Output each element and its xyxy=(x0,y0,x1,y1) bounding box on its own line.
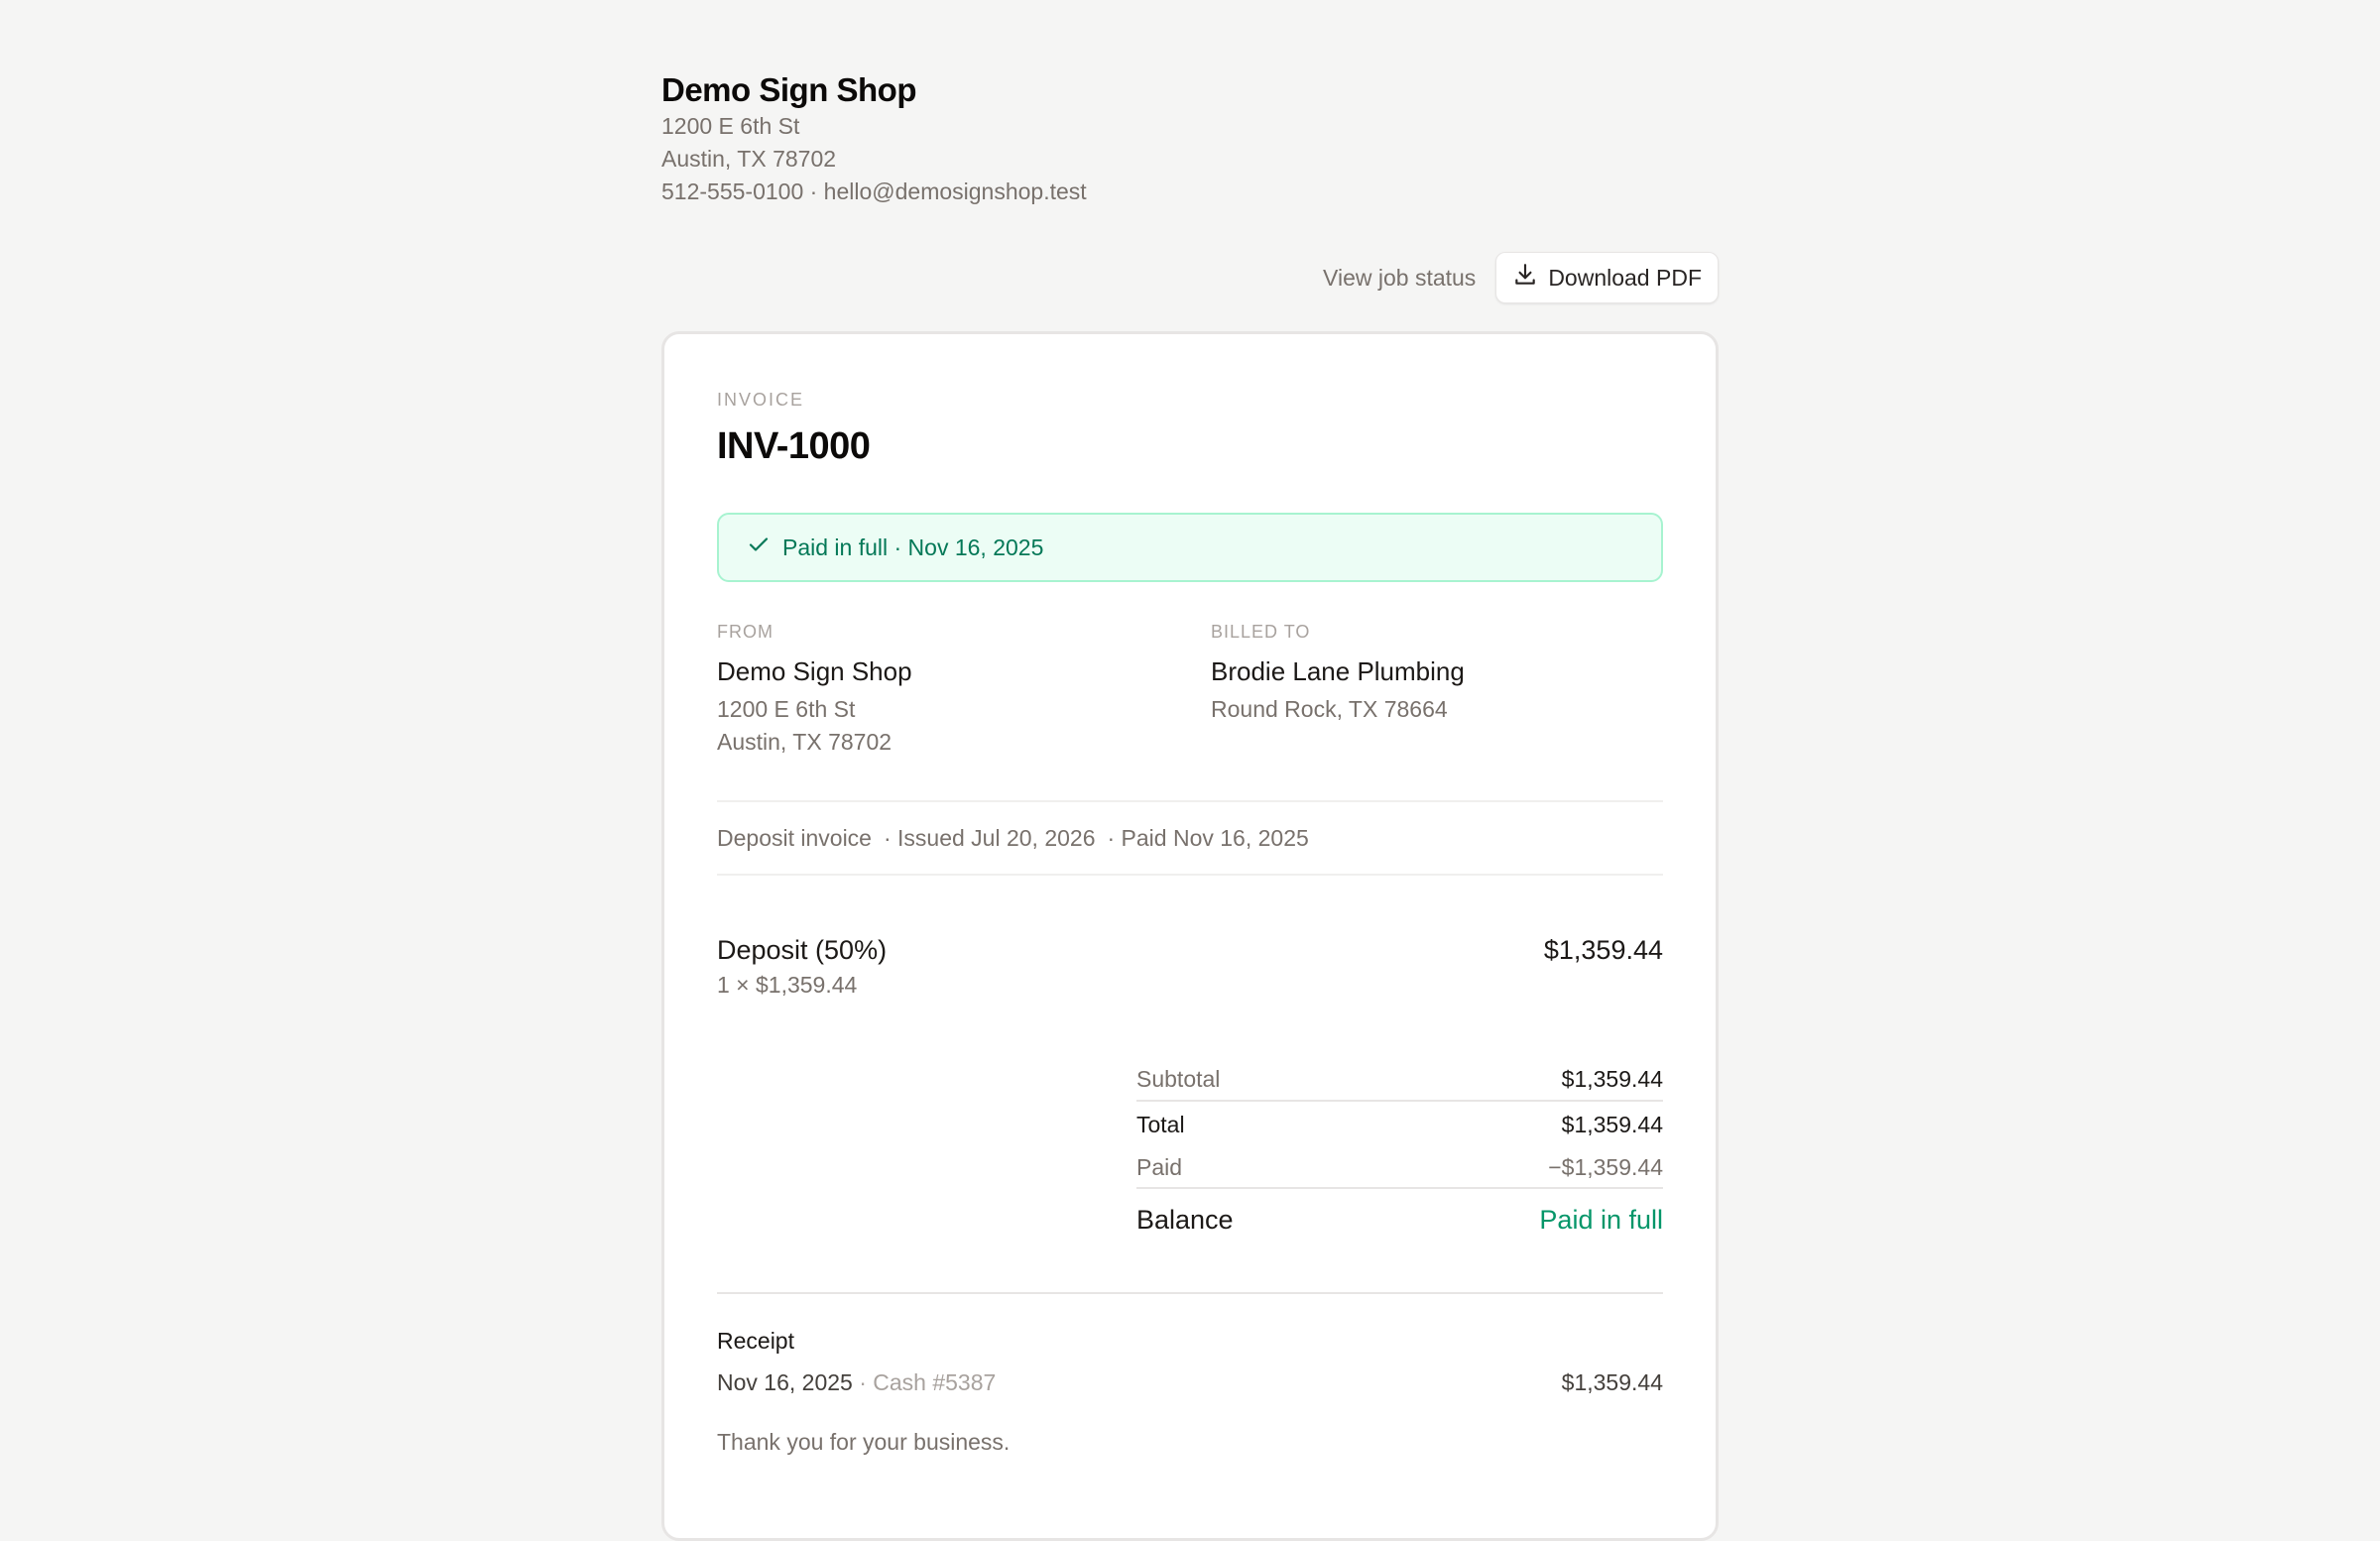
line-item: Deposit (50%) 1 × $1,359.44 $1,359.44 xyxy=(717,935,1663,999)
billed-to-address: Round Rock, TX 78664 xyxy=(1211,696,1448,722)
from-section: FROM Demo Sign Shop 1200 E 6th St Austin… xyxy=(717,622,912,759)
paid-status-banner: Paid in full · Nov 16, 2025 xyxy=(717,513,1663,582)
from-label: FROM xyxy=(717,622,774,642)
paid-date: · Paid Nov 16, 2025 xyxy=(1107,824,1309,851)
receipt-amount: $1,359.44 xyxy=(1561,1369,1663,1395)
receipt-date: Nov 16, 2025 xyxy=(717,1369,853,1395)
download-pdf-button[interactable]: Download PDF xyxy=(1495,252,1719,303)
shop-address-line2: Austin, TX 78702 xyxy=(661,146,837,172)
subtotal-row: Subtotal $1,359.44 xyxy=(1136,1058,1663,1100)
line-item-amount: $1,359.44 xyxy=(1543,935,1663,965)
totals-section: Subtotal $1,359.44 Total $1,359.44 Paid … xyxy=(1136,1058,1663,1250)
invoice-label: INVOICE xyxy=(717,390,805,410)
download-icon xyxy=(1512,262,1538,294)
balance-value: Paid in full xyxy=(1539,1204,1663,1235)
total-label: Total xyxy=(1136,1111,1185,1137)
paid-label: Paid xyxy=(1136,1153,1183,1180)
shop-contact: 512-555-0100 · hello@demosignshop.test xyxy=(661,178,1087,204)
balance-label: Balance xyxy=(1136,1204,1234,1235)
from-address-line2: Austin, TX 78702 xyxy=(717,729,892,755)
download-pdf-label: Download PDF xyxy=(1548,264,1702,291)
from-name: Demo Sign Shop xyxy=(717,656,912,686)
total-row: Total $1,359.44 xyxy=(1136,1102,1663,1147)
receipt-method: · Cash #5387 xyxy=(852,1369,997,1395)
billed-to-name: Brodie Lane Plumbing xyxy=(1211,656,1465,686)
from-address-line1: 1200 E 6th St xyxy=(717,696,856,722)
line-item-title: Deposit (50%) xyxy=(717,935,888,965)
paid-value: −$1,359.44 xyxy=(1548,1153,1663,1180)
thank-you-note: Thank you for your business. xyxy=(717,1429,1011,1455)
subtotal-label: Subtotal xyxy=(1136,1065,1221,1092)
receipt-row: Nov 16, 2025 · Cash #5387 $1,359.44 xyxy=(717,1369,1663,1396)
receipt-divider xyxy=(717,1292,1663,1294)
shop-name: Demo Sign Shop xyxy=(661,71,917,108)
billed-to-section: BILLED TO Brodie Lane Plumbing Round Roc… xyxy=(1211,622,1465,726)
balance-row: Balance Paid in full xyxy=(1136,1189,1663,1250)
invoice-card: INVOICE INV-1000 Paid in full · Nov 16, … xyxy=(661,331,1719,1541)
receipt-heading: Receipt xyxy=(717,1328,794,1354)
paid-status-text: Paid in full · Nov 16, 2025 xyxy=(782,533,1044,560)
check-icon xyxy=(747,533,771,562)
invoice-actions: View job status Download PDF xyxy=(1323,252,1719,303)
shop-address-line1: 1200 E 6th St xyxy=(661,113,800,139)
billed-to-label: BILLED TO xyxy=(1211,622,1311,642)
invoice-number: INV-1000 xyxy=(717,425,871,467)
paid-row: Paid −$1,359.44 xyxy=(1136,1147,1663,1187)
total-value: $1,359.44 xyxy=(1561,1111,1663,1137)
invoice-meta: Deposit invoice · Issued Jul 20, 2026 · … xyxy=(717,800,1663,876)
subtotal-value: $1,359.44 xyxy=(1561,1065,1663,1092)
issued-date: · Issued Jul 20, 2026 xyxy=(883,824,1096,851)
view-job-status-link[interactable]: View job status xyxy=(1323,265,1476,292)
invoice-type: Deposit invoice xyxy=(717,824,872,851)
line-item-detail: 1 × $1,359.44 xyxy=(717,972,858,998)
